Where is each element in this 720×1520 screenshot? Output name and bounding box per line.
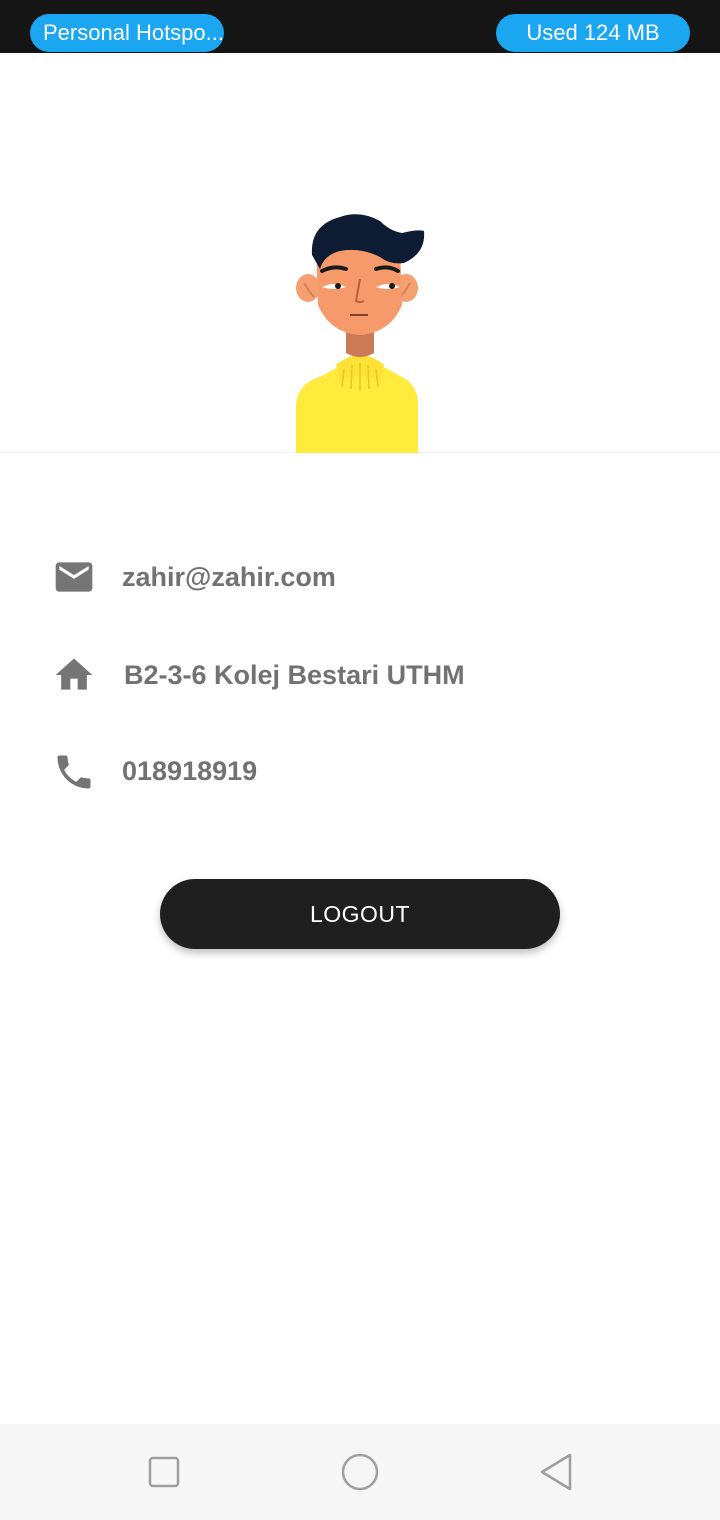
home-icon [55,658,93,690]
avatar [296,214,425,453]
navigation-bar [0,1424,720,1520]
circle-icon[interactable] [340,1452,380,1492]
address-value: B2-3-6 Kolej Bestari UTHM [124,660,465,690]
email-row: zahir@zahir.com [52,555,672,599]
square-icon[interactable] [144,1452,184,1492]
email-value: zahir@zahir.com [122,562,336,592]
phone-icon [57,755,91,789]
phone-value: 018918919 [122,756,258,786]
hotspot-pill[interactable]: Personal Hotspo... [30,14,224,52]
logout-button[interactable]: LOGOUT [160,879,560,949]
data-usage-pill[interactable]: Used 124 MB [496,14,690,52]
triangle-back-icon[interactable] [536,1452,576,1492]
status-bar: Personal Hotspo... Used 124 MB [0,0,720,53]
email-icon [55,562,93,592]
address-row: B2-3-6 Kolej Bestari UTHM [52,653,672,697]
phone-row: 018918919 [52,750,672,794]
